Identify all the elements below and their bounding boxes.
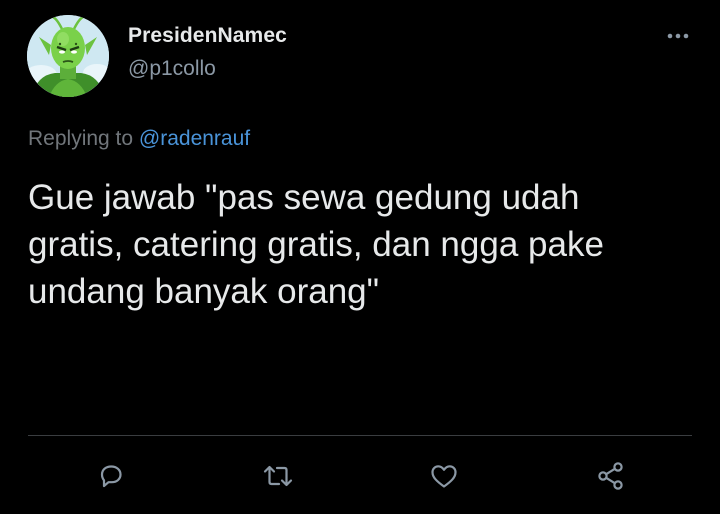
share-button[interactable] [593, 458, 629, 494]
author-display-name[interactable]: PresidenNamec [128, 24, 287, 48]
replying-to-label: Replying to [28, 127, 134, 150]
share-icon [598, 462, 623, 490]
avatar[interactable] [27, 15, 109, 97]
tweet-text: Gue jawab "pas sewa gedung udah gratis, … [28, 174, 688, 315]
tweet-text-line: gratis, catering gratis, dan ngga pake [28, 225, 604, 264]
divider [28, 435, 692, 436]
green-character-avatar-icon [27, 15, 109, 97]
reply-icon [100, 465, 122, 488]
tweet-text-line: undang banyak orang" [28, 272, 380, 311]
retweet-icon [263, 465, 293, 487]
like-button[interactable] [426, 458, 462, 494]
like-icon [431, 465, 457, 488]
more-options-icon[interactable] [664, 26, 692, 46]
tweet-text-line: Gue jawab "pas sewa gedung udah [28, 178, 580, 217]
retweet-button[interactable] [260, 458, 296, 494]
tweet-card: PresidenNamec @p1collo Replying to @rade… [0, 0, 720, 514]
replying-to: Replying to @radenrauf [28, 127, 250, 151]
replying-to-handle-link[interactable]: @radenrauf [139, 127, 250, 150]
reply-button[interactable] [93, 458, 129, 494]
author-handle[interactable]: @p1collo [128, 57, 216, 81]
